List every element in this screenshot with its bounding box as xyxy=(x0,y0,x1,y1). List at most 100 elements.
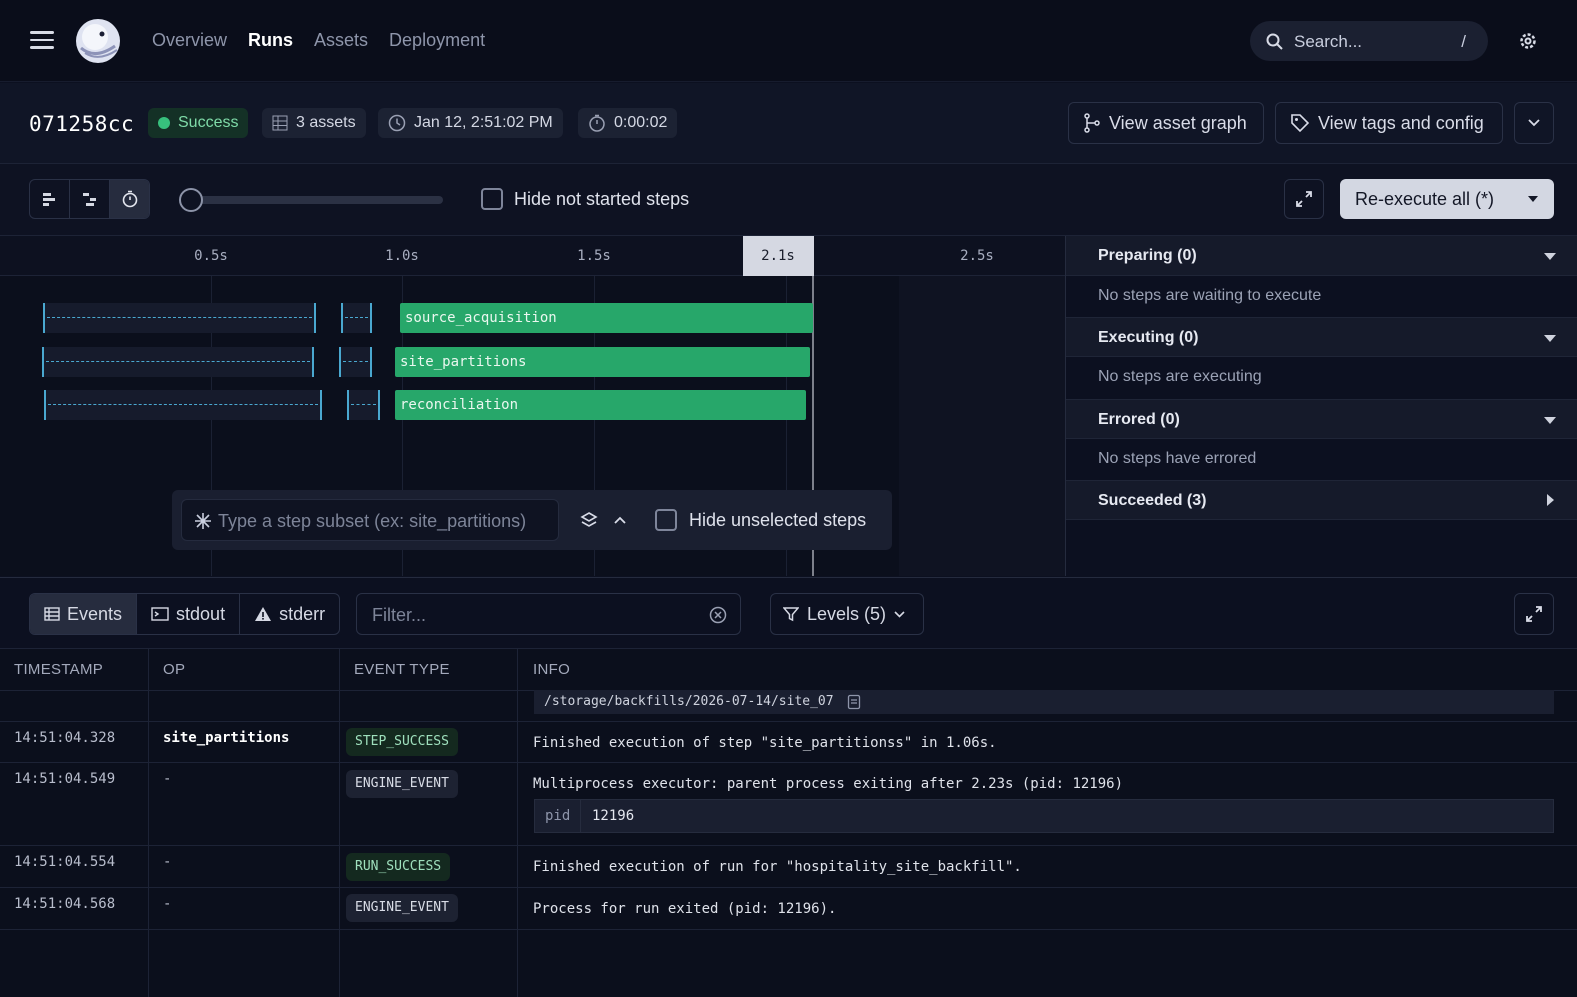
flat-view-button[interactable] xyxy=(30,180,70,218)
expand-gantt-button[interactable] xyxy=(1284,179,1324,219)
row-info: Finished execution of run for "hospitali… xyxy=(533,859,1022,875)
caret-down-icon xyxy=(1544,417,1556,424)
levels-dropdown[interactable]: Levels (5) xyxy=(770,593,924,635)
events-table: TIMESTAMP OP EVENT TYPE INFO /storage/ba… xyxy=(0,649,1577,997)
event-type-tag: ENGINE_EVENT xyxy=(346,770,458,798)
flat-view-icon xyxy=(42,193,55,206)
executing-section-header[interactable]: Executing (0) xyxy=(1066,317,1577,357)
more-options-button[interactable] xyxy=(1514,102,1554,144)
section-empty-text: No steps are waiting to execute xyxy=(1098,287,1322,304)
column-divider xyxy=(148,649,149,997)
timed-view-button[interactable] xyxy=(110,180,149,218)
tab-stdout-label: stdout xyxy=(176,603,226,624)
pid-key: pid xyxy=(545,808,571,824)
reexecute-label: Re-execute all (*) xyxy=(1355,189,1495,209)
zoom-slider-track[interactable] xyxy=(192,196,443,204)
search-icon xyxy=(1266,33,1283,50)
view-tags-config-label: View tags and config xyxy=(1318,112,1484,133)
timer-icon xyxy=(589,114,605,132)
column-divider xyxy=(339,649,340,997)
tab-stdout[interactable]: stdout xyxy=(137,594,241,634)
row-op: - xyxy=(163,854,172,870)
start-time-chip: Jan 12, 2:51:02 PM xyxy=(378,108,563,138)
nav-assets[interactable]: Assets xyxy=(314,30,368,51)
section-empty-text: No steps have errored xyxy=(1098,450,1257,467)
waterfall-view-button[interactable] xyxy=(70,180,110,218)
duration: 0:00:02 xyxy=(614,114,668,131)
hide-not-started-label: Hide not started steps xyxy=(514,189,690,209)
column-header-op[interactable]: OP xyxy=(163,661,185,678)
terminal-icon xyxy=(151,607,169,621)
reexecute-all-button[interactable]: Re-execute all (*) xyxy=(1340,179,1554,219)
assets-chip[interactable]: 3 assets xyxy=(262,108,366,138)
section-title: Succeeded (3) xyxy=(1098,492,1207,509)
hide-not-started-checkbox[interactable] xyxy=(481,188,503,210)
clear-icon[interactable] xyxy=(709,606,727,624)
step-bar-reconciliation[interactable]: reconciliation xyxy=(395,390,806,420)
top-nav: Overview Runs Assets Deployment Search..… xyxy=(0,0,1577,82)
tab-stderr[interactable]: stderr xyxy=(240,594,339,634)
search-placeholder: Search... xyxy=(1294,32,1363,51)
event-type-tag: ENGINE_EVENT xyxy=(346,894,458,922)
caret-down-icon xyxy=(1544,335,1556,342)
dagster-logo[interactable] xyxy=(75,18,121,64)
preparing-section-header[interactable]: Preparing (0) xyxy=(1066,236,1577,276)
pid-metadata: pid 12196 xyxy=(534,799,1554,833)
graph-icon xyxy=(1084,113,1100,133)
time-ruler: 0.5s 1.0s 1.5s 2.5s xyxy=(0,236,1065,276)
expand-logs-button[interactable] xyxy=(1514,593,1554,635)
log-tabs: Events stdout stderr xyxy=(29,593,341,635)
path-value: /storage/backfills/2026-07-14/site_07 xyxy=(544,694,834,709)
step-wait-segment xyxy=(347,390,380,420)
warning-icon xyxy=(255,607,272,621)
tab-events[interactable]: Events xyxy=(30,594,138,634)
step-wait-segment xyxy=(43,303,316,333)
filter-placeholder: Filter... xyxy=(372,605,427,625)
layers-icon[interactable] xyxy=(580,511,598,529)
current-time-label: 2.1s xyxy=(761,248,795,264)
gear-icon[interactable] xyxy=(1518,31,1538,51)
filter-icon xyxy=(783,607,799,622)
step-wait-segment xyxy=(341,303,372,333)
view-asset-graph-button[interactable]: View asset graph xyxy=(1068,102,1264,144)
column-header-timestamp[interactable]: TIMESTAMP xyxy=(14,661,103,678)
menu-icon[interactable] xyxy=(30,31,54,49)
step-subset-input[interactable]: Type a step subset (ex: site_partitions) xyxy=(181,499,559,541)
table-icon xyxy=(272,115,288,131)
column-header-info[interactable]: INFO xyxy=(533,661,570,678)
waterfall-icon xyxy=(82,193,96,206)
copy-icon[interactable] xyxy=(847,694,861,710)
view-mode-toggle xyxy=(29,179,150,219)
search-box[interactable]: Search... / xyxy=(1250,21,1488,61)
section-title: Executing (0) xyxy=(1098,329,1199,346)
succeeded-section-header[interactable]: Succeeded (3) xyxy=(1066,480,1577,520)
row-op[interactable]: site_partitions xyxy=(163,730,289,746)
nav-runs[interactable]: Runs xyxy=(248,30,293,51)
start-time: Jan 12, 2:51:02 PM xyxy=(414,114,553,131)
step-wait-segment xyxy=(44,390,322,420)
caret-down-icon[interactable] xyxy=(1528,196,1538,202)
zoom-slider-handle[interactable] xyxy=(179,188,203,212)
nav-deployment[interactable]: Deployment xyxy=(389,30,485,51)
column-header-event-type[interactable]: EVENT TYPE xyxy=(354,661,450,678)
chevron-up-icon[interactable] xyxy=(614,516,626,524)
row-divider xyxy=(0,762,1577,763)
future-region xyxy=(899,276,1065,576)
view-asset-graph-label: View asset graph xyxy=(1109,112,1247,133)
log-filter-input[interactable]: Filter... xyxy=(356,593,741,635)
gantt-chart: 0.5s 1.0s 1.5s 2.5s 2.1s source_acquisit… xyxy=(0,236,1065,576)
row-divider xyxy=(0,929,1577,930)
stopwatch-icon xyxy=(122,190,137,208)
view-tags-config-button[interactable]: View tags and config xyxy=(1275,102,1503,144)
clock-icon xyxy=(388,114,406,132)
step-bar-site-partitions[interactable]: site_partitions xyxy=(395,347,810,377)
row-info: Finished execution of step "site_partiti… xyxy=(533,735,997,751)
errored-section-header[interactable]: Errored (0) xyxy=(1066,399,1577,439)
hide-unselected-checkbox[interactable] xyxy=(655,509,677,531)
step-status-panel: Preparing (0) No steps are waiting to ex… xyxy=(1065,236,1577,576)
step-bar-source-acquisition[interactable]: source_acquisition xyxy=(400,303,813,333)
row-timestamp: 14:51:04.554 xyxy=(14,854,116,870)
row-timestamp: 14:51:04.549 xyxy=(14,771,116,787)
step-subset-panel: Type a step subset (ex: site_partitions)… xyxy=(172,490,892,550)
nav-overview[interactable]: Overview xyxy=(152,30,227,51)
